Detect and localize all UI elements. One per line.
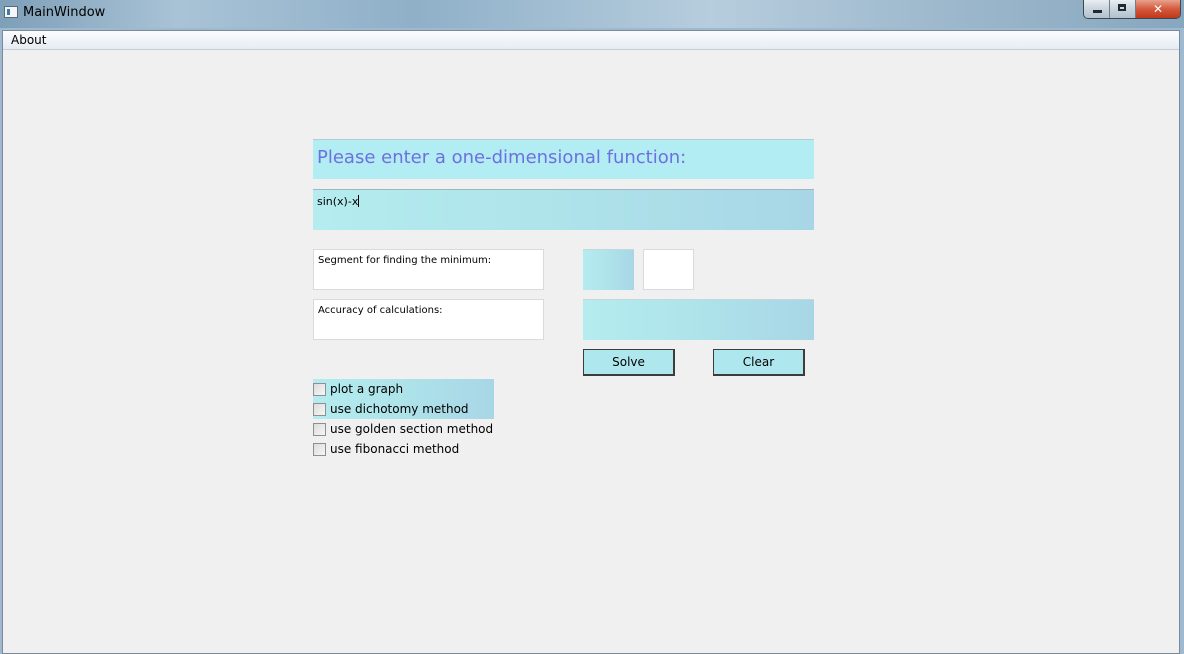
close-icon: ✕ (1152, 2, 1164, 16)
segment-label: Segment for finding the minimum: (313, 249, 544, 290)
maximize-icon (1118, 4, 1126, 11)
minimize-button[interactable] (1084, 0, 1110, 18)
close-button[interactable]: ✕ (1136, 0, 1180, 18)
option-dichotomy[interactable]: use dichotomy method (313, 401, 469, 417)
option-fibonacci[interactable]: use fibonacci method (313, 441, 459, 457)
golden-section-label: use golden section method (330, 422, 494, 436)
minimize-icon (1093, 10, 1102, 13)
golden-section-checkbox[interactable] (313, 422, 326, 436)
accuracy-input[interactable] (583, 299, 814, 340)
title-bar[interactable]: MainWindow ✕ (0, 0, 1184, 28)
caption-buttons: ✕ (1083, 0, 1181, 19)
main-window: MainWindow ✕ About Please enter a one-di… (0, 0, 1184, 654)
window-app-icon[interactable] (4, 6, 18, 18)
menu-about[interactable]: About (7, 32, 50, 48)
clear-button[interactable]: Clear (713, 349, 805, 376)
plot-graph-label: plot a graph (330, 382, 404, 396)
window-title: MainWindow (23, 5, 106, 20)
option-plot-graph[interactable]: plot a graph (313, 381, 403, 397)
fibonacci-checkbox[interactable] (313, 442, 326, 456)
function-input[interactable]: sin(x)-x (313, 189, 814, 230)
accuracy-label: Accuracy of calculations: (313, 299, 544, 340)
option-golden-section[interactable]: use golden section method (313, 421, 493, 437)
dichotomy-checkbox[interactable] (313, 402, 326, 416)
text-caret (358, 195, 360, 207)
dichotomy-label: use dichotomy method (330, 402, 469, 416)
segment-end-input[interactable] (643, 249, 694, 290)
segment-start-input[interactable] (583, 249, 634, 290)
function-prompt-label: Please enter a one-dimensional function: (313, 139, 814, 179)
client-area: About Please enter a one-dimensional fun… (2, 30, 1180, 654)
menu-bar: About (3, 31, 1179, 50)
function-input-value: sin(x)-x (317, 195, 359, 208)
plot-graph-checkbox[interactable] (313, 382, 326, 396)
fibonacci-label: use fibonacci method (330, 442, 460, 456)
solve-button[interactable]: Solve (583, 349, 675, 376)
maximize-button[interactable] (1110, 0, 1136, 18)
